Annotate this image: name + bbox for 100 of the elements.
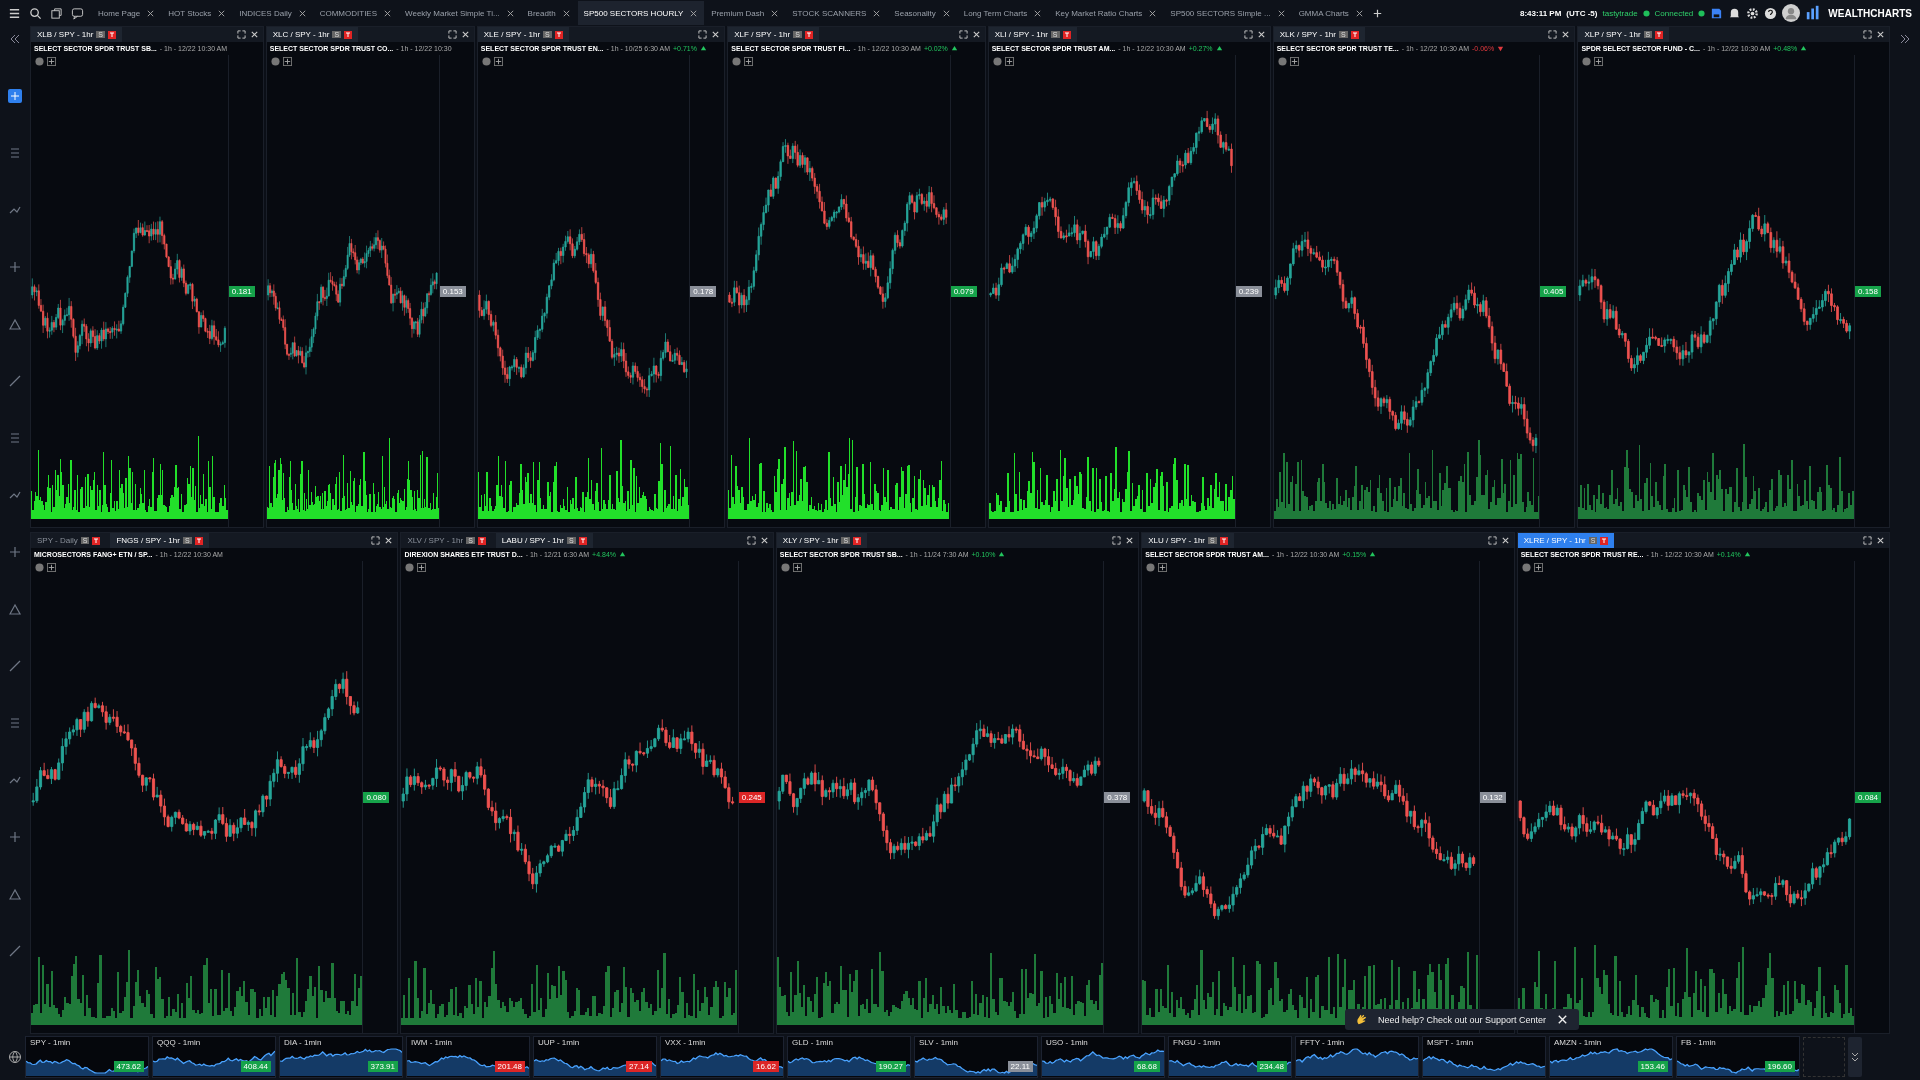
workspace-tab[interactable]: STOCK SCANNERS: [786, 1, 888, 25]
drawing-tool-icon[interactable]: [8, 602, 22, 616]
close-icon[interactable]: [711, 30, 721, 39]
collapse-icon[interactable]: [8, 32, 22, 46]
expand-icon[interactable]: [1243, 30, 1253, 39]
close-icon[interactable]: [1276, 8, 1286, 18]
mini-chart-card[interactable]: SLV - 1min 22.11: [914, 1036, 1038, 1078]
workspace-tab[interactable]: Breadth: [521, 1, 577, 25]
workspace-tab[interactable]: Premium Dash: [705, 1, 786, 25]
flag-icon[interactable]: [554, 30, 563, 39]
flag-icon[interactable]: [92, 536, 101, 545]
close-icon[interactable]: [1876, 30, 1885, 39]
workspace-tab[interactable]: Seasonality: [888, 1, 957, 25]
expand-icon[interactable]: [1548, 30, 1558, 39]
mini-chart-card[interactable]: FFTY - 1min: [1295, 1036, 1419, 1078]
mini-chart-card[interactable]: DIA - 1min 373.91: [279, 1036, 403, 1078]
close-icon[interactable]: [561, 8, 571, 18]
close-icon[interactable]: [689, 8, 699, 18]
plus-icon[interactable]: [1594, 57, 1604, 66]
close-icon[interactable]: [460, 30, 470, 39]
expand-icon[interactable]: [1112, 536, 1122, 545]
close-icon[interactable]: [1500, 536, 1510, 545]
close-icon[interactable]: [217, 8, 227, 18]
workspace-tab[interactable]: INDICES Daily: [233, 1, 313, 25]
workspace-tab[interactable]: Home Page: [92, 1, 162, 25]
drawing-tool-icon[interactable]: [8, 887, 22, 901]
workspace-tab[interactable]: GMMA Charts: [1292, 1, 1370, 25]
flag-icon[interactable]: [804, 30, 813, 39]
mini-chart-card[interactable]: AMZN - 1min 153.46: [1549, 1036, 1673, 1078]
save-icon[interactable]: [1710, 6, 1724, 20]
expand-icon[interactable]: [371, 536, 381, 545]
plus-icon[interactable]: [1004, 57, 1014, 66]
close-icon[interactable]: [383, 8, 393, 18]
workspace-tab[interactable]: Weekly Market Simple Ti...: [399, 1, 521, 25]
expand-icon[interactable]: [1863, 30, 1872, 39]
workspace-tab[interactable]: HOT Stocks: [162, 1, 233, 25]
mini-chart-card[interactable]: IWM - 1min 201.48: [406, 1036, 530, 1078]
workspace-tab[interactable]: SP500 SECTORS Simple ...: [1164, 1, 1292, 25]
mini-chart-card[interactable]: MSFT - 1min: [1422, 1036, 1546, 1078]
mini-chart-card[interactable]: QQQ - 1min 408.44: [152, 1036, 276, 1078]
flag-icon[interactable]: [1219, 536, 1228, 545]
expand-icon[interactable]: [1863, 536, 1872, 545]
plus-icon[interactable]: [1158, 563, 1168, 572]
close-icon[interactable]: [971, 30, 981, 39]
expand-icon[interactable]: [698, 30, 708, 39]
close-icon[interactable]: [759, 536, 769, 545]
mini-chart-card[interactable]: USO - 1min 68.68: [1041, 1036, 1165, 1078]
mini-chart-card[interactable]: VXX - 1min 16.62: [660, 1036, 784, 1078]
avatar-icon[interactable]: [1782, 4, 1801, 22]
settings-icon[interactable]: [1746, 6, 1760, 20]
workspace-tab[interactable]: SP500 SECTORS HOURLY: [577, 1, 705, 25]
close-icon[interactable]: [1033, 8, 1043, 18]
copy-icon[interactable]: [50, 6, 63, 20]
mini-chart-card[interactable]: SPY - 1min 473.62: [25, 1036, 149, 1078]
close-icon[interactable]: [1256, 30, 1266, 39]
flag-icon[interactable]: [578, 536, 587, 545]
mini-chart-card[interactable]: GLD - 1min 190.27: [787, 1036, 911, 1078]
drawing-tool-icon[interactable]: [8, 374, 22, 388]
close-icon[interactable]: [872, 8, 882, 18]
close-icon[interactable]: [146, 8, 156, 18]
expand-icon[interactable]: [958, 30, 968, 39]
flag-icon[interactable]: [194, 536, 203, 545]
close-icon[interactable]: [384, 536, 394, 545]
flag-icon[interactable]: [853, 536, 862, 545]
chat-icon[interactable]: [71, 6, 84, 20]
globe-icon[interactable]: [8, 1050, 22, 1064]
mini-chart-card[interactable]: FNGU - 1min 234.48: [1168, 1036, 1292, 1078]
close-icon[interactable]: [297, 8, 307, 18]
close-icon[interactable]: [1148, 8, 1158, 18]
flag-icon[interactable]: [477, 536, 486, 545]
mini-chart-card[interactable]: FB - 1min 196.60: [1676, 1036, 1800, 1078]
close-icon[interactable]: [249, 30, 259, 39]
plus-icon[interactable]: [792, 563, 802, 572]
expand-icon[interactable]: [746, 536, 756, 545]
plus-icon[interactable]: [47, 57, 56, 66]
close-icon[interactable]: [1876, 536, 1885, 545]
help-icon[interactable]: [1764, 6, 1778, 20]
plus-icon[interactable]: [282, 57, 292, 66]
close-icon[interactable]: [770, 8, 780, 18]
flag-icon[interactable]: [1350, 30, 1359, 39]
plus-icon[interactable]: [493, 57, 503, 66]
mini-chart-card[interactable]: UUP - 1min 27.14: [533, 1036, 657, 1078]
expand-icon[interactable]: [447, 30, 457, 39]
workspace-tab[interactable]: Key Market Ratio Charts: [1049, 1, 1164, 25]
drawing-tool-icon[interactable]: [8, 317, 22, 331]
flag-icon[interactable]: [108, 30, 116, 39]
workspace-tab[interactable]: COMMODITIES: [313, 1, 399, 25]
expand-icon[interactable]: [1898, 32, 1912, 46]
close-icon[interactable]: [1561, 30, 1571, 39]
close-icon[interactable]: [505, 8, 515, 18]
chevron-down-icon[interactable]: [1848, 1037, 1862, 1077]
plus-icon[interactable]: [417, 563, 427, 572]
flag-icon[interactable]: [1062, 30, 1071, 39]
search-icon[interactable]: [29, 6, 42, 20]
close-icon[interactable]: [1125, 536, 1135, 545]
expand-icon[interactable]: [236, 30, 246, 39]
flag-icon[interactable]: [1655, 30, 1664, 39]
expand-icon[interactable]: [1487, 536, 1497, 545]
plus-icon[interactable]: [1289, 57, 1299, 66]
close-icon[interactable]: [941, 8, 951, 18]
